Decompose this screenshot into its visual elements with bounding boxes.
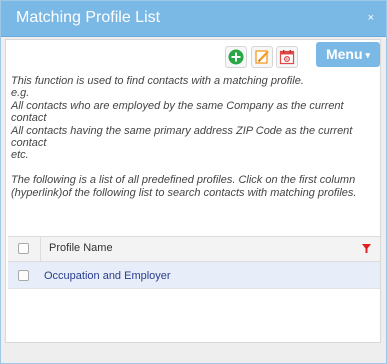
dialog-titlebar[interactable]: Matching Profile List ×	[1, 1, 386, 37]
table-row: Occupation and Employer	[8, 262, 380, 289]
toolbar: Menu ▾	[6, 40, 380, 72]
profile-grid: Profile Name Occupation and Employer	[8, 236, 380, 289]
add-button[interactable]	[225, 46, 247, 68]
matching-profile-dialog: Matching Profile List × Menu ▾ This func…	[0, 0, 387, 364]
description-line: etc.	[11, 149, 29, 162]
dialog-title: Matching Profile List	[16, 9, 161, 26]
column-divider	[40, 237, 41, 261]
profile-link[interactable]: Occupation and Employer	[44, 270, 171, 282]
description-line: This function is used to find contacts w…	[11, 75, 304, 87]
edit-icon	[255, 50, 269, 64]
menu-button[interactable]: Menu ▾	[316, 42, 380, 67]
calendar-settings-icon	[279, 50, 295, 65]
chevron-down-icon: ▾	[365, 50, 371, 60]
edit-button[interactable]	[251, 46, 273, 68]
grid-header: Profile Name	[8, 236, 380, 262]
description-text: This function is used to find contacts w…	[11, 75, 376, 199]
close-icon[interactable]: ×	[368, 12, 374, 24]
description-line: All contacts who are employed by the sam…	[11, 99, 344, 125]
dialog-content: Menu ▾ This function is used to find cont…	[5, 39, 381, 343]
row-checkbox[interactable]	[18, 270, 29, 281]
description-line: All contacts having the same primary add…	[11, 124, 353, 150]
description-line: e.g.	[11, 87, 30, 100]
add-icon	[228, 49, 244, 65]
menu-label: Menu	[325, 46, 363, 62]
column-header-profile-name[interactable]: Profile Name	[49, 242, 113, 254]
description-line: The following is a list of all predefine…	[11, 174, 357, 199]
calendar-settings-button[interactable]	[276, 46, 298, 68]
filter-icon[interactable]	[362, 244, 371, 253]
select-all-checkbox[interactable]	[18, 243, 29, 254]
